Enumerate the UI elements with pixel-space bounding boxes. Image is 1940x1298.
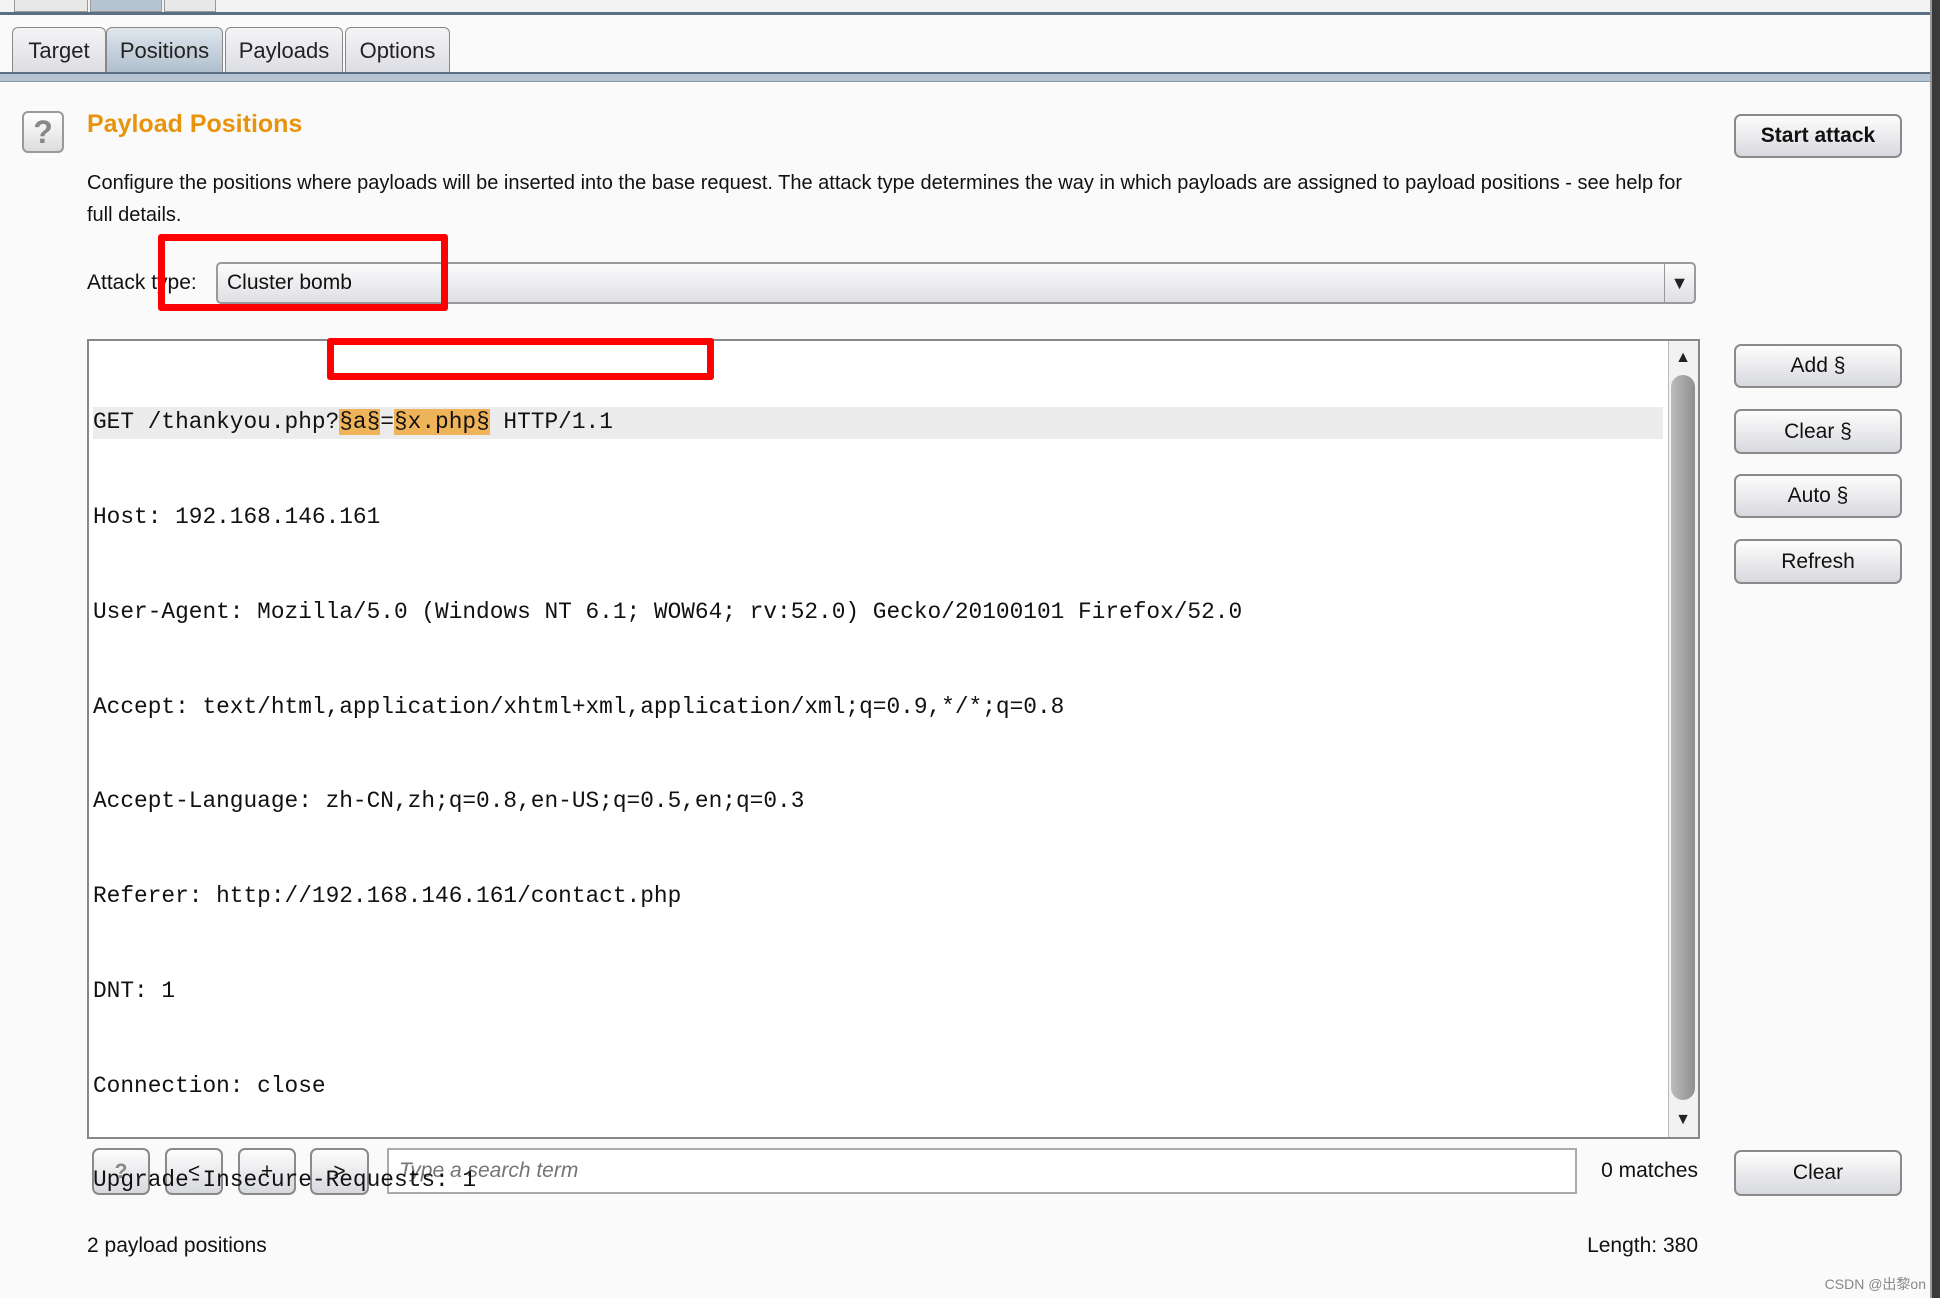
refresh-button[interactable]: Refresh xyxy=(1734,539,1902,584)
watermark: CSDN @出黎on xyxy=(1824,1276,1926,1292)
scrollbar-thumb[interactable] xyxy=(1671,375,1695,1100)
header-line: User-Agent: Mozilla/5.0 (Windows NT 6.1;… xyxy=(93,598,1243,625)
tab-target[interactable]: Target xyxy=(12,27,106,74)
outer-tab[interactable] xyxy=(14,0,88,12)
scroll-up-icon[interactable]: ▲ xyxy=(1669,343,1697,373)
header-line: Referer: http://192.168.146.161/contact.… xyxy=(93,883,682,910)
outer-tab[interactable] xyxy=(164,0,216,12)
tab-payloads[interactable]: Payloads xyxy=(225,27,343,74)
payload-marker: §x.php§ xyxy=(393,409,490,436)
section-description: Configure the positions where payloads w… xyxy=(87,172,1683,226)
section-title: Payload Positions xyxy=(87,110,303,138)
tab-positions[interactable]: Positions xyxy=(106,27,223,74)
start-attack-button[interactable]: Start attack xyxy=(1734,114,1902,158)
request-line: GET /thankyou.php?§a§=§x.php§ HTTP/1.1 xyxy=(93,407,1663,439)
chevron-down-icon[interactable]: ▼ xyxy=(1664,264,1694,302)
annotation-box-attack-type xyxy=(158,234,448,311)
header-line: Upgrade-Insecure-Requests: 1 xyxy=(93,1167,477,1194)
help-icon[interactable]: ? xyxy=(22,111,64,153)
header-line: Accept: text/html,application/xhtml+xml,… xyxy=(93,693,1065,720)
clear-markers-button[interactable]: Clear § xyxy=(1734,409,1902,454)
tab-options[interactable]: Options xyxy=(345,27,450,74)
window-edge xyxy=(1930,0,1940,1298)
scroll-down-icon[interactable]: ▼ xyxy=(1669,1105,1697,1135)
editor-scrollbar[interactable]: ▲ ▼ xyxy=(1668,341,1698,1137)
payload-marker: §a§ xyxy=(339,409,381,436)
outer-tab-active[interactable] xyxy=(90,0,162,12)
request-editor[interactable]: ▲ ▼ GET /thankyou.php?§a§=§x.php§ HTTP/1… xyxy=(87,339,1700,1193)
header-line: DNT: 1 xyxy=(93,977,176,1004)
header-line: Accept-Language: zh-CN,zh;q=0.8,en-US;q=… xyxy=(93,788,805,815)
header-line: Connection: close xyxy=(93,1072,326,1099)
tab-divider xyxy=(0,72,1930,82)
add-marker-button[interactable]: Add § xyxy=(1734,344,1902,388)
outer-tab-strip xyxy=(0,0,1930,15)
clear-search-button[interactable]: Clear xyxy=(1734,1150,1902,1196)
auto-marker-button[interactable]: Auto § xyxy=(1734,474,1902,518)
header-line: Host: 192.168.146.161 xyxy=(93,503,381,530)
